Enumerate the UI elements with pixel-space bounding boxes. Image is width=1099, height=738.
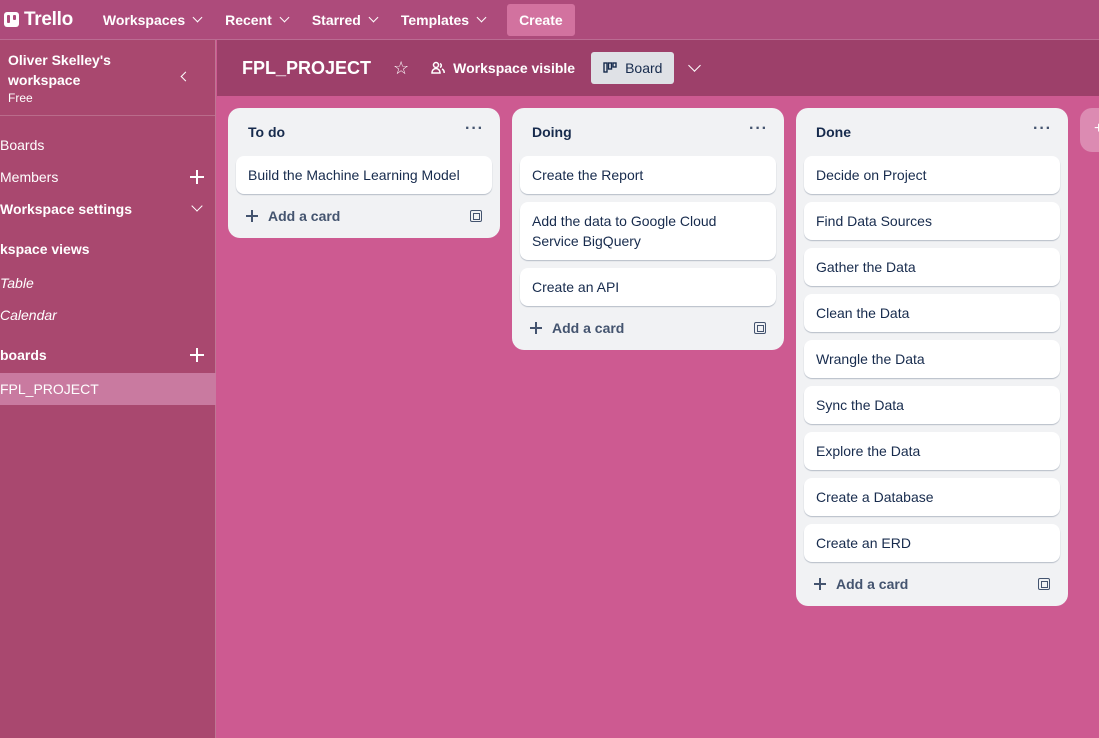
list-header: Doing ··· <box>520 108 776 156</box>
add-card-label: Add a card <box>552 320 625 336</box>
visibility-button[interactable]: Workspace visible <box>431 60 575 76</box>
add-member-icon[interactable] <box>190 170 204 184</box>
chevron-down-icon <box>191 200 203 212</box>
sidebar: Oliver Skelley's workspace Free Boards M… <box>0 40 216 738</box>
card[interactable]: Create the Report <box>520 156 776 194</box>
card[interactable]: Gather the Data <box>804 248 1060 286</box>
list-done: Done ··· Decide on Project Find Data Sou… <box>796 108 1068 606</box>
add-card-label: Add a card <box>268 208 341 224</box>
chevron-down-icon <box>279 12 290 23</box>
card[interactable]: Clean the Data <box>804 294 1060 332</box>
card-template-icon[interactable] <box>754 322 766 334</box>
card[interactable]: Explore the Data <box>804 432 1060 470</box>
workspace-plan: Free <box>8 91 33 105</box>
list-title[interactable]: Doing <box>532 124 572 140</box>
card-list: Build the Machine Learning Model <box>236 156 492 194</box>
trello-logo[interactable]: Trello <box>4 9 73 31</box>
create-button[interactable]: Create <box>507 3 575 36</box>
star-icon[interactable]: ☆ <box>393 58 409 79</box>
sidebar-item-members[interactable]: Members <box>0 163 216 191</box>
card[interactable]: Wrangle the Data <box>804 340 1060 378</box>
add-card-button[interactable]: Add a card <box>520 306 776 350</box>
sidebar-item-boards[interactable]: Boards <box>0 131 216 159</box>
board-header: FPL_PROJECT ☆ Workspace visible Board <box>217 40 1099 96</box>
list-title[interactable]: To do <box>248 124 285 140</box>
more-options-icon[interactable]: ··· <box>1033 120 1052 138</box>
sidebar-item-label: Table <box>0 275 34 291</box>
workspace-name: Oliver Skelley's workspace <box>8 52 111 88</box>
section-heading: boards <box>0 347 47 363</box>
sidebar-item-label: Boards <box>0 137 45 153</box>
card-list: Create the Report Add the data to Google… <box>520 156 776 306</box>
card[interactable]: Sync the Data <box>804 386 1060 424</box>
plus-icon <box>530 322 542 334</box>
list-header: Done ··· <box>804 108 1060 156</box>
trello-icon <box>4 12 19 27</box>
sidebar-item-label: Members <box>0 169 59 185</box>
list-title[interactable]: Done <box>816 124 851 140</box>
plus-icon <box>814 578 826 590</box>
plus-icon <box>246 210 258 222</box>
sidebar-item-workspace-settings[interactable]: Workspace settings <box>0 195 216 223</box>
card[interactable]: Create an ERD <box>804 524 1060 562</box>
chevron-down-icon <box>476 12 487 23</box>
sidebar-item-label: Workspace settings <box>0 201 133 217</box>
card[interactable]: Create a Database <box>804 478 1060 516</box>
nav-workspaces[interactable]: Workspaces <box>93 4 211 36</box>
card[interactable]: Build the Machine Learning Model <box>236 156 492 194</box>
more-options-icon[interactable]: ··· <box>749 120 768 138</box>
sidebar-item-calendar[interactable]: Calendar <box>0 301 216 329</box>
nav-recent[interactable]: Recent <box>215 4 298 36</box>
add-card-button[interactable]: Add a card <box>804 562 1060 606</box>
workspace-views-heading: kspace views <box>0 235 216 263</box>
nav-label: Workspaces <box>102 11 186 28</box>
nav-label: Recent <box>225 11 272 28</box>
sidebar-item-fpl-project[interactable]: FPL_PROJECT <box>0 373 216 405</box>
sidebar-item-table[interactable]: Table <box>0 269 216 297</box>
visibility-label: Workspace visible <box>453 60 576 76</box>
card[interactable]: Add the data to Google Cloud Service Big… <box>520 202 776 260</box>
view-label: Board <box>625 60 663 76</box>
top-navigation: Trello Workspaces Recent Starred Templat… <box>0 0 1099 40</box>
your-boards-heading: boards <box>0 341 216 369</box>
nav-label: Templates <box>400 11 470 28</box>
workspace-header: Oliver Skelley's workspace Free <box>0 40 215 116</box>
board-view-icon <box>603 62 617 73</box>
plus-icon: + <box>1094 120 1099 137</box>
list-to-do: To do ··· Build the Machine Learning Mod… <box>228 108 500 238</box>
more-options-icon[interactable]: ··· <box>465 120 484 138</box>
chevron-down-icon <box>192 12 203 23</box>
list-doing: Doing ··· Create the Report Add the data… <box>512 108 784 350</box>
add-card-button[interactable]: Add a card <box>236 194 492 238</box>
nav-label: Starred <box>311 11 361 28</box>
card-list: Decide on Project Find Data Sources Gath… <box>804 156 1060 562</box>
add-card-label: Add a card <box>836 576 909 592</box>
people-icon <box>431 61 446 74</box>
list-header: To do ··· <box>236 108 492 156</box>
card[interactable]: Create an API <box>520 268 776 306</box>
nav-templates[interactable]: Templates <box>391 4 495 36</box>
logo-text: Trello <box>24 8 73 30</box>
sidebar-item-label: Calendar <box>0 307 57 323</box>
chevron-down-icon <box>368 12 379 23</box>
nav-starred[interactable]: Starred <box>302 4 387 36</box>
card[interactable]: Find Data Sources <box>804 202 1060 240</box>
card-template-icon[interactable] <box>470 210 482 222</box>
add-board-icon[interactable] <box>190 348 204 362</box>
chevron-down-icon[interactable] <box>688 58 702 72</box>
board-view-button[interactable]: Board <box>591 52 675 84</box>
add-list-button[interactable]: + <box>1080 108 1099 152</box>
section-heading: kspace views <box>0 241 90 257</box>
board-title[interactable]: FPL_PROJECT <box>242 58 371 79</box>
card[interactable]: Decide on Project <box>804 156 1060 194</box>
collapse-sidebar-icon[interactable] <box>180 71 191 82</box>
sidebar-item-label: FPL_PROJECT <box>0 381 99 397</box>
card-template-icon[interactable] <box>1038 578 1050 590</box>
